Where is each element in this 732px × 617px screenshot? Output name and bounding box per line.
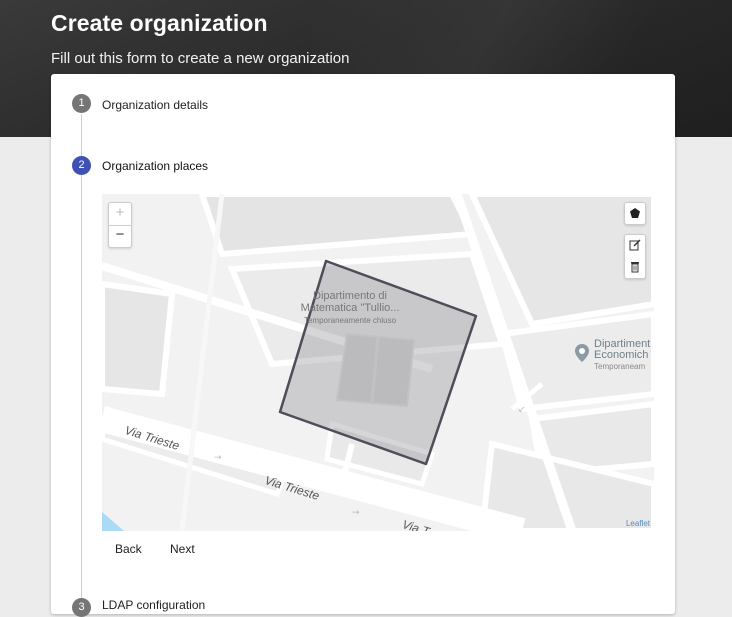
stepper-card: 1 Organization details 2 Organization pl… (51, 74, 675, 617)
step-3-number[interactable]: 3 (72, 598, 91, 617)
building-label-line2: Matematica "Tullio... (300, 302, 400, 314)
polygon-icon (630, 208, 640, 218)
places-map[interactable]: → → ↙ Dipartimento di Matematica "Tullio… (102, 194, 654, 531)
poi-label-line3: Temporaneam (594, 362, 646, 371)
building-label: Dipartimento di Matematica "Tullio... Te… (290, 290, 410, 327)
step-2-number[interactable]: 2 (72, 156, 91, 175)
edit-icon (629, 239, 641, 251)
page-title: Create organization (51, 10, 268, 36)
building-label-line3: Temporaneamente chiuso (303, 316, 397, 325)
zoom-control: + − (108, 202, 132, 248)
step-3-label[interactable]: LDAP configuration (102, 598, 205, 612)
next-button[interactable]: Next (164, 538, 201, 560)
map-tiles: → → ↙ (102, 194, 654, 531)
page-subtitle: Fill out this form to create a new organ… (51, 50, 350, 67)
zoom-in-button[interactable]: + (109, 203, 131, 225)
svg-text:→: → (214, 453, 222, 463)
delete-icon (631, 262, 639, 273)
svg-text:↙: ↙ (518, 405, 526, 415)
draw-toolbar (624, 202, 646, 225)
back-button[interactable]: Back (109, 538, 148, 560)
poi-label: Dipartiment Economich Temporaneam (594, 339, 650, 372)
delete-layers-button[interactable] (625, 257, 645, 278)
building-label-line1: Dipartimento di (313, 290, 387, 302)
step-1-label[interactable]: Organization details (102, 98, 208, 112)
svg-text:→: → (352, 508, 360, 518)
map-attribution-link[interactable]: Leaflet (626, 519, 650, 528)
step-2-label[interactable]: Organization places (102, 159, 208, 173)
edit-toolbar (624, 234, 646, 279)
edit-layers-button[interactable] (625, 235, 645, 256)
poi-label-line2: Economich (594, 349, 649, 361)
step-connector (81, 175, 82, 605)
draw-polygon-button[interactable] (625, 203, 645, 224)
zoom-out-button[interactable]: − (109, 225, 131, 247)
step-connector (81, 114, 82, 160)
step-1-number[interactable]: 1 (72, 94, 91, 113)
